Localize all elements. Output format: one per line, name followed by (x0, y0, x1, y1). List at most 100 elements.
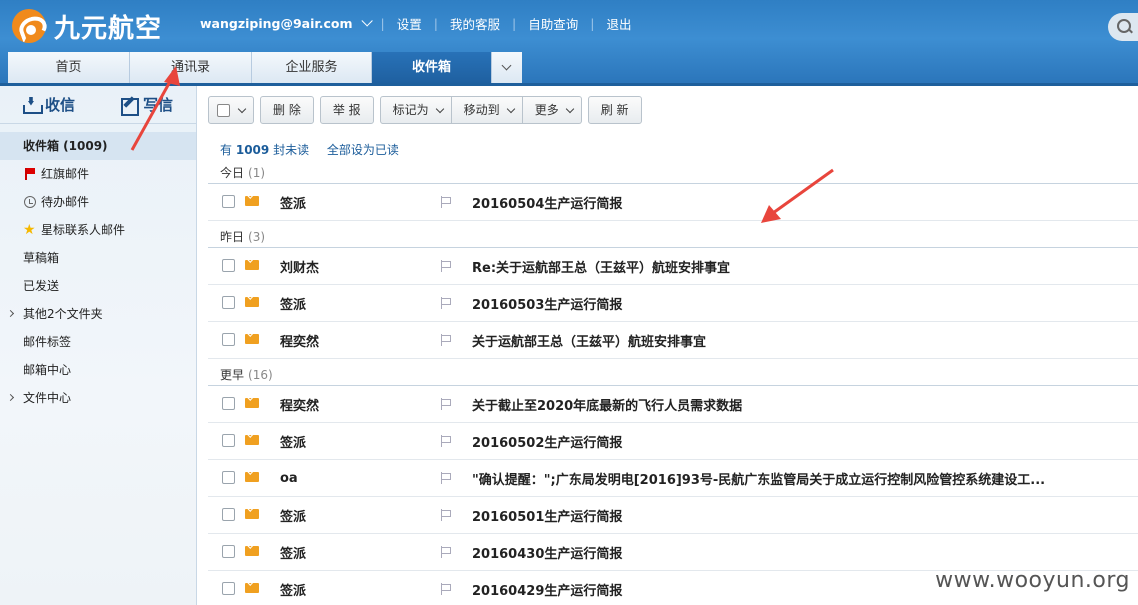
top-nav: wangziping@9air.com | 设置 | 我的客服 | 自助查询 |… (200, 14, 632, 33)
mark-all-read-link[interactable]: 全部设为已读 (327, 143, 399, 157)
mail-sender: 签派 (280, 435, 307, 451)
flag-icon[interactable] (440, 196, 452, 208)
mail-checkbox[interactable] (222, 259, 235, 272)
mail-subject[interactable]: 关于运航部王总（王兹平）航班安排事宜 (472, 331, 706, 350)
flag-icon[interactable] (440, 435, 452, 447)
receive-mail-button[interactable]: 收信 (0, 86, 98, 123)
mail-row[interactable]: 程奕然 关于截止至2020年底最新的飞行人员需求数据 (208, 386, 1138, 423)
select-all-dropdown[interactable] (208, 96, 254, 124)
customer-service-link[interactable]: 我的客服 (450, 14, 500, 33)
self-service-query-link[interactable]: 自助查询 (528, 14, 578, 33)
mail-row[interactable]: oa "确认提醒：";广东局发明电[2016]93号-民航广东监管局关于成立运行… (208, 460, 1138, 497)
logo-text: 九元航空 (54, 13, 163, 44)
mail-subject[interactable]: "确认提醒：";广东局发明电[2016]93号-民航广东监管局关于成立运行控制风… (472, 469, 1045, 488)
mail-row[interactable]: 刘财杰 Re:关于运航部王总（王兹平）航班安排事宜 (208, 248, 1138, 285)
tab-enterprise-services[interactable]: 企业服务 (252, 52, 372, 83)
logout-link[interactable]: 退出 (606, 14, 631, 33)
folder-drafts[interactable]: 草稿箱 (0, 244, 196, 272)
flag-icon[interactable] (440, 583, 452, 595)
chevron-right-icon[interactable] (6, 309, 15, 318)
select-all-checkbox[interactable] (217, 104, 230, 117)
receive-icon (22, 97, 43, 114)
mail-row[interactable]: 程奕然 关于运航部王总（王兹平）航班安排事宜 (208, 322, 1138, 359)
folder-red-flag[interactable]: 红旗邮件 (0, 160, 196, 188)
mail-checkbox[interactable] (222, 397, 235, 410)
flag-icon[interactable] (440, 260, 452, 272)
unread-envelope-icon (245, 334, 259, 344)
unread-envelope-icon (245, 196, 259, 206)
mail-checkbox[interactable] (222, 195, 235, 208)
flag-icon[interactable] (440, 472, 452, 484)
mail-sender: 签派 (280, 583, 307, 599)
refresh-button[interactable]: 刷 新 (587, 96, 642, 124)
logo[interactable]: 九元航空 (12, 6, 162, 46)
tab-inbox[interactable]: 收件箱 (372, 52, 492, 83)
search-icon[interactable] (1108, 13, 1138, 41)
group-yesterday: 昨日 (3) (208, 226, 1138, 248)
tabs-more-dropdown[interactable] (492, 52, 522, 83)
unread-envelope-icon (245, 260, 259, 270)
mail-checkbox[interactable] (222, 545, 235, 558)
unread-envelope-icon (245, 297, 259, 307)
chevron-right-icon[interactable] (6, 393, 15, 402)
mail-checkbox[interactable] (222, 471, 235, 484)
mail-subject[interactable]: 关于截止至2020年底最新的飞行人员需求数据 (472, 395, 742, 414)
move-to-dropdown[interactable]: 移动到 (451, 96, 523, 124)
mail-checkbox[interactable] (222, 508, 235, 521)
mail-subject[interactable]: 20160501生产运行简报 (472, 506, 622, 525)
chevron-down-icon[interactable] (361, 15, 373, 27)
mail-row[interactable]: 签派 20160430生产运行简报 (208, 534, 1138, 571)
mail-subject[interactable]: 20160502生产运行简报 (472, 432, 622, 451)
flag-icon[interactable] (440, 398, 452, 410)
flag-icon[interactable] (440, 509, 452, 521)
mail-sender: 刘财杰 (280, 260, 320, 276)
mail-subject[interactable]: Re:关于运航部王总（王兹平）航班安排事宜 (472, 257, 730, 276)
folder-file-center[interactable]: 文件中心 (0, 384, 196, 412)
unread-envelope-icon (245, 546, 259, 556)
folder-mailbox-center[interactable]: 邮箱中心 (0, 356, 196, 384)
mail-subject[interactable]: 20160503生产运行简报 (472, 294, 622, 313)
mail-row[interactable]: 签派 20160504生产运行简报 (208, 184, 1138, 221)
report-button[interactable]: 举 报 (319, 96, 374, 124)
main-tabs: 首页 通讯录 企业服务 收件箱 (8, 52, 522, 83)
folder-mail-tags[interactable]: 邮件标签 (0, 328, 196, 356)
folder-starred-contacts[interactable]: ★ 星标联系人邮件 (0, 216, 196, 244)
mail-checkbox[interactable] (222, 434, 235, 447)
mail-row[interactable]: 签派 20160502生产运行简报 (208, 423, 1138, 460)
receive-label: 收信 (44, 96, 75, 114)
mail-row[interactable]: 签派 20160501生产运行简报 (208, 497, 1138, 534)
unread-envelope-icon (245, 509, 259, 519)
clock-icon (23, 195, 37, 209)
mail-subject[interactable]: 20160429生产运行简报 (472, 580, 622, 599)
mail-checkbox[interactable] (222, 333, 235, 346)
delete-button[interactable]: 删 除 (260, 96, 314, 124)
mail-toolbar: 删 除 举 报 标记为 移动到 更多 刷 新 (208, 96, 648, 124)
flag-icon[interactable] (440, 334, 452, 346)
mark-as-dropdown[interactable]: 标记为 (379, 96, 452, 124)
mail-subject[interactable]: 20160504生产运行简报 (472, 193, 622, 212)
sidebar: 收信 写信 收件箱 (1009) 红旗邮件 待办邮件 ★星标联系人邮件 草稿箱 … (0, 86, 197, 605)
mail-subject[interactable]: 20160430生产运行简报 (472, 543, 622, 562)
mail-sender: oa (280, 470, 298, 486)
flag-icon[interactable] (440, 546, 452, 558)
mail-sender: 签派 (280, 509, 307, 525)
user-account[interactable]: wangziping@9air.com (200, 16, 353, 31)
flag-icon[interactable] (440, 297, 452, 309)
folder-list: 收件箱 (1009) 红旗邮件 待办邮件 ★ 星标联系人邮件 草稿箱 已发送 其他… (0, 132, 196, 412)
unread-count: 1009 (235, 143, 270, 157)
folder-sent[interactable]: 已发送 (0, 272, 196, 300)
folder-other-folders[interactable]: 其他2个文件夹 (0, 300, 196, 328)
mail-checkbox[interactable] (222, 296, 235, 309)
mail-checkbox[interactable] (222, 582, 235, 595)
folder-todo[interactable]: 待办邮件 (0, 188, 196, 216)
logo-icon (12, 9, 46, 43)
mail-row[interactable]: 签派 20160503生产运行简报 (208, 285, 1138, 322)
mail-sender: 签派 (280, 546, 307, 562)
more-dropdown[interactable]: 更多 (522, 96, 582, 124)
mail-sender: 程奕然 (280, 398, 320, 414)
settings-link[interactable]: 设置 (397, 14, 422, 33)
mail-sender: 签派 (280, 196, 307, 212)
watermark: www.wooyun.org (935, 568, 1130, 593)
unread-envelope-icon (245, 435, 259, 445)
tab-home[interactable]: 首页 (8, 52, 130, 83)
